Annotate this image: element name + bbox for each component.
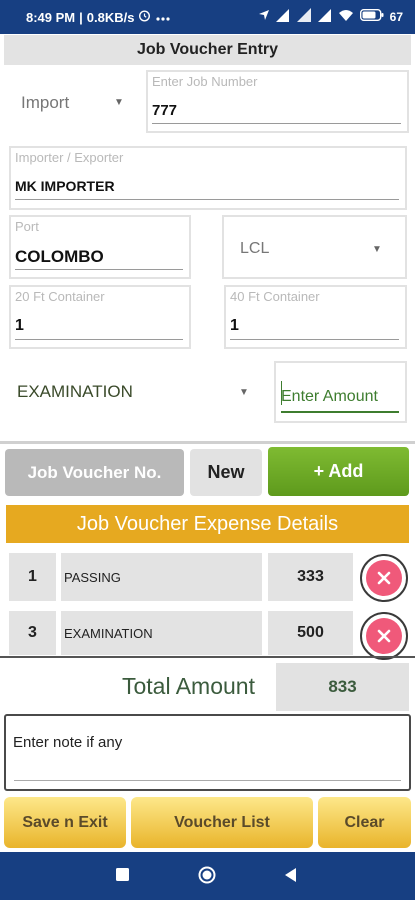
container-20ft-label: 20 Ft Container — [15, 289, 105, 304]
import-export-dropdown[interactable]: Import ▼ — [21, 93, 136, 117]
close-icon — [366, 618, 402, 654]
dropdown-arrow-icon: ▼ — [372, 244, 382, 255]
status-time: 8:49 PM — [26, 9, 76, 25]
expense-type-dropdown[interactable]: EXAMINATION ▼ — [17, 382, 257, 408]
expense-type-value: EXAMINATION — [17, 382, 133, 401]
alarm-icon — [138, 9, 151, 25]
divider — [0, 656, 415, 658]
location-icon — [258, 9, 270, 24]
note-placeholder: Enter note if any — [13, 734, 123, 751]
network-speed: 0.8KB/s — [86, 9, 135, 25]
app-screen: 8:49 PM | 0.8KB/s 67 Job Voucher Entry I… — [0, 0, 415, 900]
expense-number: 1 — [9, 553, 56, 601]
status-bar: 8:49 PM | 0.8KB/s 67 — [0, 0, 415, 34]
divider — [0, 441, 415, 444]
expense-amount: 500 — [268, 611, 353, 655]
container-40ft-label: 40 Ft Container — [230, 289, 320, 304]
total-amount-label: Total Amount — [122, 673, 255, 699]
recents-icon[interactable] — [116, 868, 129, 886]
expense-number: 3 — [9, 611, 56, 655]
importer-exporter-field[interactable]: Importer / Exporter MK IMPORTER — [9, 146, 407, 210]
status-left: 8:49 PM | 0.8KB/s — [26, 9, 171, 25]
signal-icon — [275, 8, 290, 25]
expense-details-header: Job Voucher Expense Details — [6, 505, 409, 543]
import-export-value: Import — [21, 93, 70, 112]
load-type-dropdown[interactable]: LCL ▼ — [222, 215, 407, 279]
delete-expense-button[interactable] — [360, 612, 408, 660]
clear-button[interactable]: Clear — [318, 797, 411, 848]
expense-name: EXAMINATION — [61, 611, 262, 655]
importer-exporter-value: MK IMPORTER — [15, 178, 115, 194]
dropdown-arrow-icon: ▼ — [114, 97, 124, 108]
expense-amount: 333 — [268, 553, 353, 601]
container-20ft-field[interactable]: 20 Ft Container 1 — [9, 285, 191, 349]
port-field[interactable]: Port COLOMBO — [9, 215, 191, 279]
battery-icon — [359, 8, 384, 24]
add-button[interactable]: + Add — [268, 447, 409, 496]
voucher-list-button[interactable]: Voucher List — [131, 797, 313, 848]
vowifi-icon — [296, 8, 312, 25]
port-value: COLOMBO — [15, 247, 104, 266]
system-nav-bar — [0, 852, 415, 900]
new-button[interactable]: New — [190, 449, 262, 496]
back-icon[interactable] — [285, 868, 297, 887]
page-title: Job Voucher Entry — [4, 35, 411, 65]
job-number-value: 777 — [152, 102, 178, 119]
dropdown-arrow-icon: ▼ — [239, 387, 249, 398]
container-40ft-field[interactable]: 40 Ft Container 1 — [224, 285, 407, 349]
signal-icon-2 — [317, 8, 332, 25]
save-exit-button[interactable]: Save n Exit — [4, 797, 126, 848]
home-icon[interactable] — [198, 866, 216, 889]
load-type-value: LCL — [240, 240, 270, 257]
container-20ft-value: 1 — [15, 317, 24, 334]
container-40ft-value: 1 — [230, 317, 239, 334]
expense-name: PASSING — [61, 553, 262, 601]
wifi-icon — [338, 9, 354, 25]
port-label: Port — [15, 219, 39, 234]
job-number-field[interactable]: Enter Job Number 777 — [146, 70, 409, 133]
amount-placeholder: Enter Amount — [281, 388, 378, 405]
status-right: 67 — [258, 8, 403, 25]
note-input[interactable]: Enter note if any — [4, 714, 411, 791]
delete-expense-button[interactable] — [360, 554, 408, 602]
importer-exporter-label: Importer / Exporter — [15, 150, 124, 165]
amount-field[interactable]: Enter Amount — [274, 361, 407, 423]
more-notifications-icon — [155, 10, 171, 25]
job-voucher-no-button[interactable]: Job Voucher No. — [5, 449, 184, 496]
total-amount-value: 833 — [276, 663, 409, 711]
text-cursor — [281, 381, 282, 405]
job-number-placeholder: Enter Job Number — [152, 74, 258, 89]
close-icon — [366, 560, 402, 596]
battery-percent: 67 — [389, 9, 403, 24]
